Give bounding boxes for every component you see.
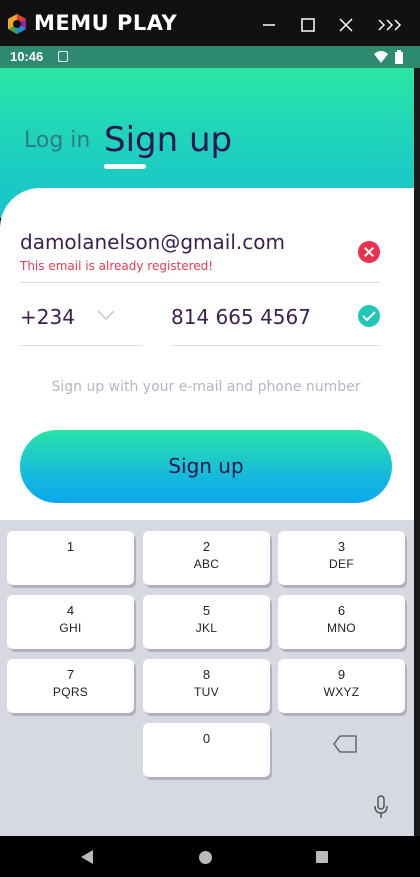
phone-underline	[171, 345, 380, 346]
active-tab-indicator	[104, 164, 146, 169]
status-bar: 10:46	[0, 46, 420, 68]
key-3[interactable]: 3 DEF	[278, 531, 405, 585]
check-icon	[358, 305, 380, 327]
backspace-icon[interactable]	[333, 735, 357, 753]
email-field[interactable]: damolanelson@gmail.com	[20, 230, 285, 254]
signup-button[interactable]: Sign up	[20, 430, 392, 503]
email-error-message: This email is already registered!	[20, 259, 214, 273]
wifi-icon	[374, 51, 388, 63]
microphone-icon[interactable]	[373, 795, 389, 819]
country-code-select[interactable]: +234	[20, 305, 75, 329]
chevron-down-icon[interactable]	[96, 308, 116, 322]
battery-icon	[395, 50, 403, 64]
window-edge	[414, 68, 420, 520]
emulator-title-bar: MEMU PLAY	[0, 0, 420, 46]
signup-hint: Sign up with your e-mail and phone numbe…	[51, 379, 361, 395]
status-time: 10:46	[10, 49, 44, 64]
key-1[interactable]: 1	[7, 531, 134, 585]
notification-icon	[58, 51, 68, 62]
phone-field[interactable]: 814 665 4567	[171, 305, 311, 329]
memu-logo-icon	[8, 14, 26, 34]
key-9[interactable]: 9 WXYZ	[278, 659, 405, 713]
more-icon[interactable]	[376, 12, 406, 38]
tab-signup[interactable]: Sign up	[104, 120, 232, 160]
back-icon[interactable]	[81, 850, 93, 864]
minimize-icon[interactable]	[256, 12, 282, 38]
maximize-icon[interactable]	[295, 12, 321, 38]
home-icon[interactable]	[199, 851, 212, 864]
key-5[interactable]: 5 JKL	[143, 595, 270, 649]
email-underline	[20, 282, 380, 283]
key-2[interactable]: 2 ABC	[143, 531, 270, 585]
key-6[interactable]: 6 MNO	[278, 595, 405, 649]
recent-apps-icon[interactable]	[316, 851, 328, 863]
key-8[interactable]: 8 TUV	[143, 659, 270, 713]
key-0[interactable]: 0	[143, 723, 270, 777]
window-edge	[414, 520, 420, 836]
country-code-underline	[20, 345, 142, 346]
tab-login[interactable]: Log in	[24, 128, 90, 153]
clear-email-icon[interactable]	[358, 241, 380, 263]
key-7[interactable]: 7 PQRS	[7, 659, 134, 713]
emulator-title: MEMU PLAY	[34, 11, 178, 35]
close-icon[interactable]	[333, 12, 359, 38]
key-4[interactable]: 4 GHI	[7, 595, 134, 649]
